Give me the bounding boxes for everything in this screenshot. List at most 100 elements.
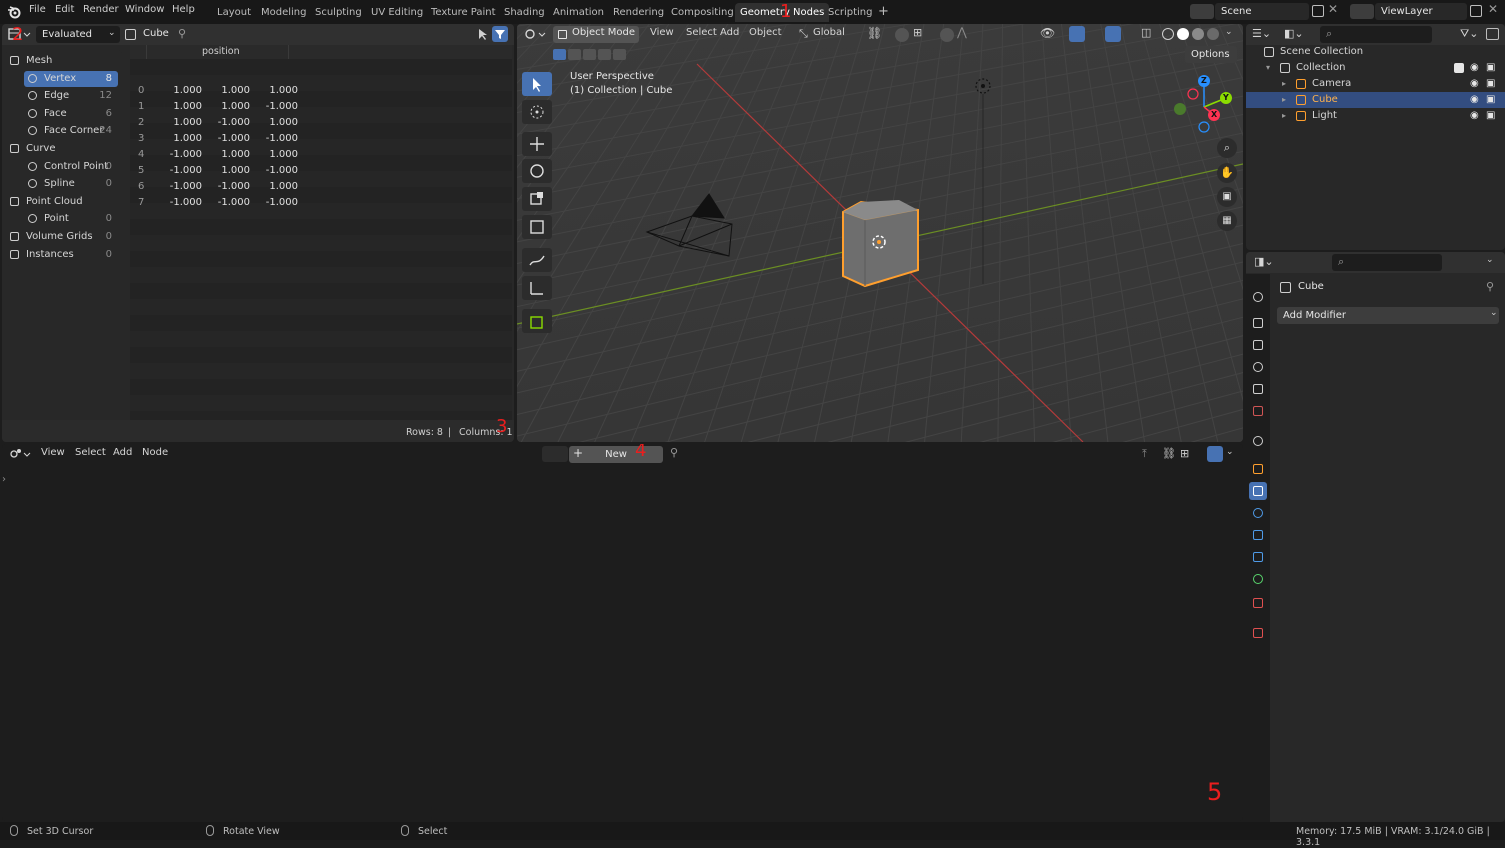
blender-logo-icon[interactable] — [7, 5, 21, 19]
node-tree-type-icon[interactable] — [542, 446, 568, 462]
ortho-grid-icon[interactable]: ▦ — [1217, 211, 1237, 231]
domain-item-spline[interactable]: Spline 0 — [24, 176, 118, 192]
proportional-edit-icon[interactable] — [940, 28, 954, 42]
outliner-editor-type-icon[interactable]: ☰⌄ — [1252, 27, 1276, 42]
view-layer-icon[interactable] — [1350, 4, 1374, 19]
visibility-icon[interactable]: 👁 — [1040, 26, 1055, 40]
select-invert-icon[interactable] — [598, 49, 611, 60]
domain-item-volume-grids[interactable]: Volume Grids 0 — [6, 229, 118, 245]
render-camera-icon[interactable]: ▣ — [1486, 60, 1495, 76]
object-tab-icon[interactable] — [1249, 460, 1267, 478]
expand-arrow-icon[interactable]: ▸ — [1282, 108, 1286, 124]
node-snap-target-icon[interactable]: ⊞ — [1180, 447, 1189, 460]
domain-item-point-cloud[interactable]: Point Cloud — [6, 194, 118, 210]
display-mode-icon[interactable]: ◧⌄ — [1284, 27, 1308, 42]
close-scene-icon[interactable]: ✕ — [1328, 2, 1338, 16]
pivot-icon[interactable]: ⛓ — [867, 26, 882, 40]
cursor-tool[interactable] — [522, 100, 552, 124]
scene-tab-icon[interactable] — [1249, 380, 1267, 398]
domain-item-vertex[interactable]: Vertex 8 — [24, 70, 118, 87]
viewport-menu-object[interactable]: Object — [749, 27, 782, 38]
node-menu-select[interactable]: Select — [75, 447, 106, 458]
transform-tool[interactable] — [522, 215, 552, 239]
texture-tab-icon[interactable] — [1249, 624, 1267, 642]
rotate-tool[interactable] — [522, 159, 552, 183]
modifier-tab-icon[interactable] — [1249, 482, 1267, 500]
node-menu-view[interactable]: View — [41, 447, 65, 458]
exclude-checkbox[interactable] — [1454, 63, 1464, 73]
domain-item-point[interactable]: Point 0 — [24, 211, 118, 227]
output-tab-icon[interactable] — [1249, 336, 1267, 354]
select-box-tool[interactable] — [522, 72, 552, 96]
particles-tab-icon[interactable] — [1249, 504, 1267, 522]
scale-tool[interactable] — [522, 187, 552, 211]
collapse-arrow-icon[interactable]: ▾ — [1266, 60, 1270, 76]
pin-icon[interactable]: ⚲ — [178, 27, 186, 40]
outliner-item-camera[interactable]: ▸ Camera ◉ ▣ — [1246, 76, 1505, 92]
measure-tool[interactable] — [522, 276, 552, 300]
new-view-layer-icon[interactable] — [1470, 5, 1482, 17]
menu-edit[interactable]: Edit — [55, 4, 74, 15]
outliner-item-scene-collection[interactable]: Scene Collection — [1246, 44, 1505, 60]
render-camera-icon[interactable]: ▣ — [1486, 76, 1495, 92]
xray-icon[interactable]: ◫ — [1141, 26, 1155, 42]
properties-options-icon[interactable]: ⌄ — [1486, 255, 1494, 265]
node-snap-icon[interactable]: ⛓ — [1162, 447, 1176, 460]
annotate-tool[interactable] — [522, 248, 552, 272]
add-cube-tool[interactable] — [522, 309, 552, 333]
physics-tab-icon[interactable] — [1249, 526, 1267, 544]
node-editor[interactable]: View Select Add Node New + 4 ⚲ ⤒ ⛓ ⊞ ⌄ ›… — [2, 444, 1243, 821]
editor-type-node-icon[interactable] — [8, 447, 32, 462]
outliner-item-light[interactable]: ▸ Light ◉ ▣ — [1246, 108, 1505, 124]
options-dropdown[interactable]: Options — [1185, 46, 1237, 63]
properties-editor-type-icon[interactable]: ◨⌄ — [1254, 255, 1278, 270]
viewport-menu-add[interactable]: Add — [720, 27, 739, 38]
zoom-icon[interactable]: ⌕ — [1217, 138, 1237, 158]
pan-hand-icon[interactable]: ✋ — [1217, 163, 1237, 183]
node-menu-add[interactable]: Add — [113, 447, 132, 458]
expand-arrow-icon[interactable]: ▸ — [1282, 92, 1286, 108]
properties-search-input[interactable] — [1332, 254, 1442, 271]
tab-compositing[interactable]: Compositing — [666, 3, 739, 22]
viewport-3d[interactable]: Object Mode View Select Add Object ⤡ Glo… — [517, 24, 1243, 442]
render-camera-icon[interactable]: ▣ — [1486, 108, 1495, 124]
material-shading-icon[interactable] — [1192, 28, 1204, 40]
viewport-menu-view[interactable]: View — [650, 27, 674, 38]
new-scene-icon[interactable] — [1312, 5, 1324, 17]
wireframe-shading-icon[interactable] — [1162, 28, 1174, 40]
domain-item-face-corner[interactable]: Face Corner 24 — [24, 123, 118, 139]
tool-tab-icon[interactable] — [1249, 288, 1267, 306]
view-layer-field[interactable]: ViewLayer — [1375, 3, 1467, 20]
tab-texture-paint[interactable]: Texture Paint — [426, 3, 501, 22]
domain-item-face[interactable]: Face 6 — [24, 106, 118, 122]
expand-arrow-icon[interactable]: ▸ — [1282, 76, 1286, 92]
tab-rendering[interactable]: Rendering — [608, 3, 669, 22]
select-subtract-icon[interactable] — [583, 49, 596, 60]
world-tab-icon[interactable] — [1249, 402, 1267, 420]
domain-item-instances[interactable]: Instances 0 — [6, 247, 118, 263]
eye-icon[interactable]: ◉ — [1470, 76, 1479, 92]
eye-icon[interactable]: ◉ — [1470, 108, 1479, 124]
menu-window[interactable]: Window — [125, 4, 164, 15]
filter-icon[interactable] — [492, 26, 508, 42]
node-menu-node[interactable]: Node — [142, 447, 168, 458]
outliner-item-cube[interactable]: ▸ Cube ◉ ▣ — [1246, 92, 1505, 108]
scene-field[interactable]: Scene — [1215, 3, 1309, 20]
close-view-layer-icon[interactable]: ✕ — [1488, 2, 1498, 16]
menu-render[interactable]: Render — [83, 4, 119, 15]
select-intersect-icon[interactable] — [613, 49, 626, 60]
constraints-tab-icon[interactable] — [1249, 548, 1267, 566]
data-tab-icon[interactable] — [1249, 570, 1267, 588]
render-camera-icon[interactable]: ▣ — [1486, 92, 1495, 108]
snap-target-icon[interactable]: ⊞ — [913, 26, 922, 39]
menu-help[interactable]: Help — [172, 4, 195, 15]
outliner-filter-icon[interactable]: ⛛⌄ — [1460, 27, 1478, 41]
domain-item-edge[interactable]: Edge 12 — [24, 88, 118, 104]
eye-icon[interactable]: ◉ — [1470, 60, 1479, 76]
tab-scripting[interactable]: Scripting — [823, 3, 877, 22]
pin-node-icon[interactable]: ⚲ — [670, 446, 678, 459]
falloff-icon[interactable]: ⋀ — [957, 25, 967, 39]
viewport-menu-select[interactable]: Select — [686, 27, 717, 38]
select-extend-icon[interactable] — [568, 49, 581, 60]
domain-item-mesh[interactable]: Mesh — [6, 53, 118, 69]
